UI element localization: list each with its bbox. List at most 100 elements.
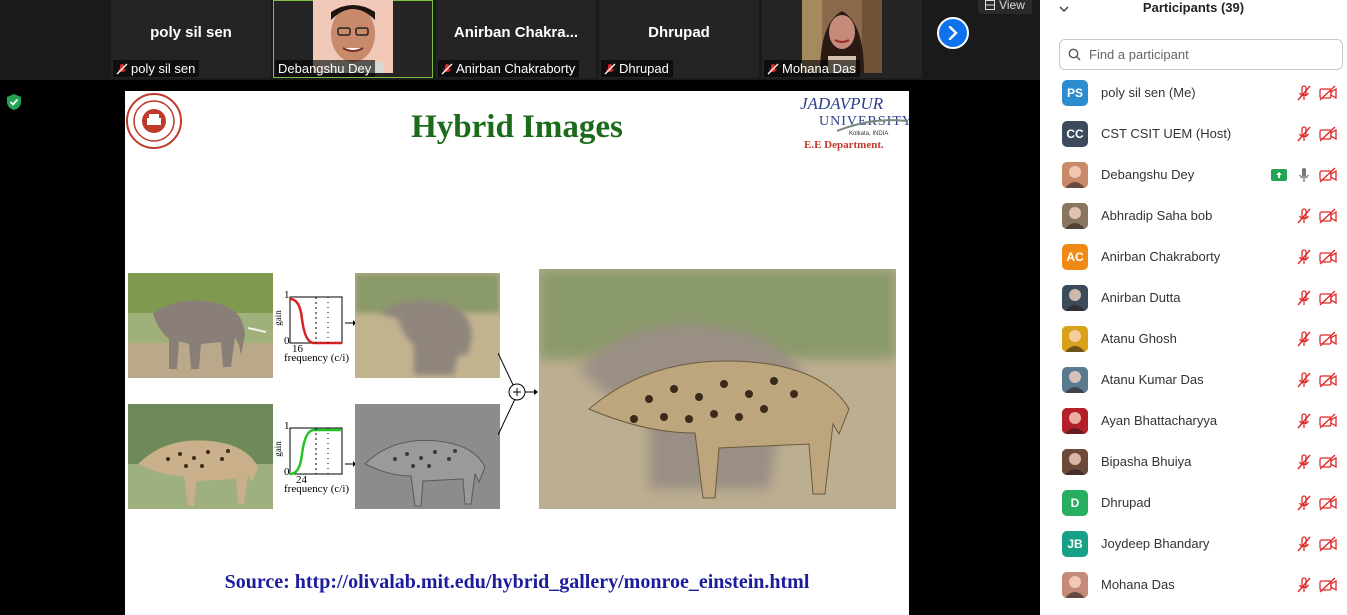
search-input[interactable] bbox=[1087, 46, 1331, 63]
lowpass-filter-plot: 1 0 gain 16 frequency (c/i) bbox=[273, 287, 350, 367]
video-off-icon[interactable] bbox=[1319, 536, 1337, 552]
mic-muted-icon[interactable] bbox=[1296, 536, 1312, 552]
video-off-icon[interactable] bbox=[1319, 495, 1337, 511]
participant-name: Anirban Chakraborty bbox=[1101, 249, 1221, 264]
x-axis-label: frequency (c/i) bbox=[284, 483, 350, 495]
video-off-icon[interactable] bbox=[1319, 372, 1337, 388]
participant-row[interactable]: Atanu Kumar Das bbox=[1040, 360, 1347, 401]
avatar-initials: CC bbox=[1062, 121, 1088, 147]
video-off-icon[interactable] bbox=[1319, 331, 1337, 347]
mic-on-icon[interactable] bbox=[1296, 167, 1312, 183]
participant-row[interactable]: AC Anirban Chakraborty bbox=[1040, 237, 1347, 278]
avatar-initials-text: PS bbox=[1066, 86, 1083, 100]
avatar-photo bbox=[1062, 203, 1088, 229]
participant-row[interactable]: Atanu Ghosh bbox=[1040, 319, 1347, 360]
participant-name: CST CSIT UEM (Host) bbox=[1101, 126, 1232, 141]
video-off-icon[interactable] bbox=[1319, 249, 1337, 265]
participant-name: Atanu Ghosh bbox=[1101, 331, 1177, 346]
participant-row[interactable]: Mohana Das bbox=[1040, 565, 1347, 606]
participant-row[interactable]: JB Joydeep Bhandary bbox=[1040, 524, 1347, 565]
mic-muted-icon[interactable] bbox=[1296, 495, 1312, 511]
shared-screen-slide: Hybrid Images JADAVPUR UNIVERSITY Kolkat… bbox=[125, 91, 909, 615]
participant-row[interactable]: Bipasha Bhuiya bbox=[1040, 442, 1347, 483]
avatar-photo bbox=[1062, 162, 1088, 188]
view-button[interactable]: View bbox=[978, 0, 1032, 14]
avatar-photo bbox=[1062, 326, 1088, 352]
video-tile-mohana-das[interactable]: Mohana Das bbox=[762, 0, 922, 78]
video-tile-anirban-chakraborty[interactable]: Anirban Chakra... Anirban Chakraborty bbox=[436, 0, 596, 78]
avatar-initials-text: CC bbox=[1066, 127, 1084, 141]
encryption-shield-icon[interactable] bbox=[4, 92, 24, 112]
logo-line1: JADAVPUR bbox=[800, 94, 884, 113]
mic-muted-icon[interactable] bbox=[1296, 85, 1312, 101]
video-off-icon[interactable] bbox=[1319, 413, 1337, 429]
video-tile-dhrupad[interactable]: Dhrupad Dhrupad bbox=[599, 0, 759, 78]
avatar-initials-text: AC bbox=[1066, 250, 1084, 264]
mic-muted-icon bbox=[116, 63, 128, 74]
video-off-icon[interactable] bbox=[1319, 290, 1337, 306]
highpass-filter-plot: 1 0 gain 24 frequency (c/i) bbox=[273, 418, 350, 498]
tick-0: 0 bbox=[284, 466, 290, 478]
video-strip: poly sil sen poly sil sen Debangshu Dey bbox=[0, 0, 1040, 80]
tick-0: 0 bbox=[284, 335, 290, 347]
video-off-icon[interactable] bbox=[1319, 577, 1337, 593]
video-off-icon[interactable] bbox=[1319, 167, 1337, 183]
tile-display-name: Dhrupad bbox=[648, 24, 710, 41]
video-tile-debangshu-dey[interactable]: Debangshu Dey bbox=[273, 0, 433, 78]
participant-row[interactable]: Debangshu Dey bbox=[1040, 155, 1347, 196]
participant-name: Atanu Kumar Das bbox=[1101, 372, 1204, 387]
mic-muted-icon[interactable] bbox=[1296, 454, 1312, 470]
elephant-image bbox=[128, 273, 273, 378]
next-page-button[interactable] bbox=[937, 17, 969, 49]
participant-row[interactable]: Ayan Bhattacharyya bbox=[1040, 401, 1347, 442]
video-off-icon[interactable] bbox=[1319, 126, 1337, 142]
participant-row[interactable]: Abhradip Saha bob bbox=[1040, 196, 1347, 237]
lowpass-elephant-image bbox=[355, 273, 500, 378]
participant-name: poly sil sen (Me) bbox=[1101, 85, 1196, 100]
tick-1: 1 bbox=[284, 420, 290, 432]
mic-muted-icon[interactable] bbox=[1296, 331, 1312, 347]
x-axis-label: frequency (c/i) bbox=[284, 352, 350, 364]
tile-name-label: Dhrupad bbox=[601, 60, 673, 77]
participant-name: poly sil sen bbox=[131, 61, 196, 76]
slide-title: Hybrid Images bbox=[411, 109, 623, 145]
video-off-icon[interactable] bbox=[1319, 454, 1337, 470]
tick-1: 1 bbox=[284, 289, 290, 301]
panel-header: Participants (39) bbox=[1040, 0, 1347, 20]
participant-row[interactable]: PS poly sil sen (Me) bbox=[1040, 73, 1347, 114]
mic-muted-icon[interactable] bbox=[1296, 290, 1312, 306]
participant-name: Anirban Chakraborty bbox=[456, 61, 576, 76]
participant-search[interactable] bbox=[1059, 39, 1343, 70]
avatar-initials: D bbox=[1062, 490, 1088, 516]
participant-row[interactable]: Anirban Dutta bbox=[1040, 278, 1347, 319]
mic-muted-icon[interactable] bbox=[1296, 126, 1312, 142]
avatar-initials-text: JB bbox=[1067, 537, 1083, 551]
avatar-initials: JB bbox=[1062, 531, 1088, 557]
mic-muted-icon bbox=[441, 63, 453, 74]
combine-plus-icon bbox=[498, 353, 538, 435]
video-tile-poly-sil-sen[interactable]: poly sil sen poly sil sen bbox=[111, 0, 271, 78]
avatar-initials: PS bbox=[1062, 80, 1088, 106]
participant-row[interactable]: D Dhrupad bbox=[1040, 483, 1347, 524]
avatar-photo bbox=[1062, 572, 1088, 598]
highpass-leopard-image bbox=[355, 404, 500, 509]
mic-muted-icon[interactable] bbox=[1296, 208, 1312, 224]
view-label: View bbox=[999, 0, 1025, 12]
mic-muted-icon[interactable] bbox=[1296, 413, 1312, 429]
tile-name-label: Anirban Chakraborty bbox=[438, 60, 580, 77]
logo-line3: Kolkata, INDIA bbox=[849, 131, 889, 137]
source-link[interactable]: Source: http://olivalab.mit.edu/hybrid_g… bbox=[125, 571, 909, 594]
mic-muted-icon bbox=[604, 63, 616, 74]
mic-muted-icon[interactable] bbox=[1296, 249, 1312, 265]
video-off-icon[interactable] bbox=[1319, 85, 1337, 101]
department-label: E.E Department. bbox=[804, 139, 884, 151]
video-off-icon[interactable] bbox=[1319, 208, 1337, 224]
leopard-image bbox=[128, 404, 273, 509]
mic-muted-icon[interactable] bbox=[1296, 372, 1312, 388]
mic-muted-icon[interactable] bbox=[1296, 577, 1312, 593]
participant-row[interactable]: CC CST CSIT UEM (Host) bbox=[1040, 114, 1347, 155]
meeting-area: poly sil sen poly sil sen Debangshu Dey bbox=[0, 0, 1040, 615]
hybrid-image bbox=[539, 269, 896, 509]
participant-name: Mohana Das bbox=[782, 61, 856, 76]
participant-name: Debangshu Dey bbox=[1101, 167, 1195, 182]
